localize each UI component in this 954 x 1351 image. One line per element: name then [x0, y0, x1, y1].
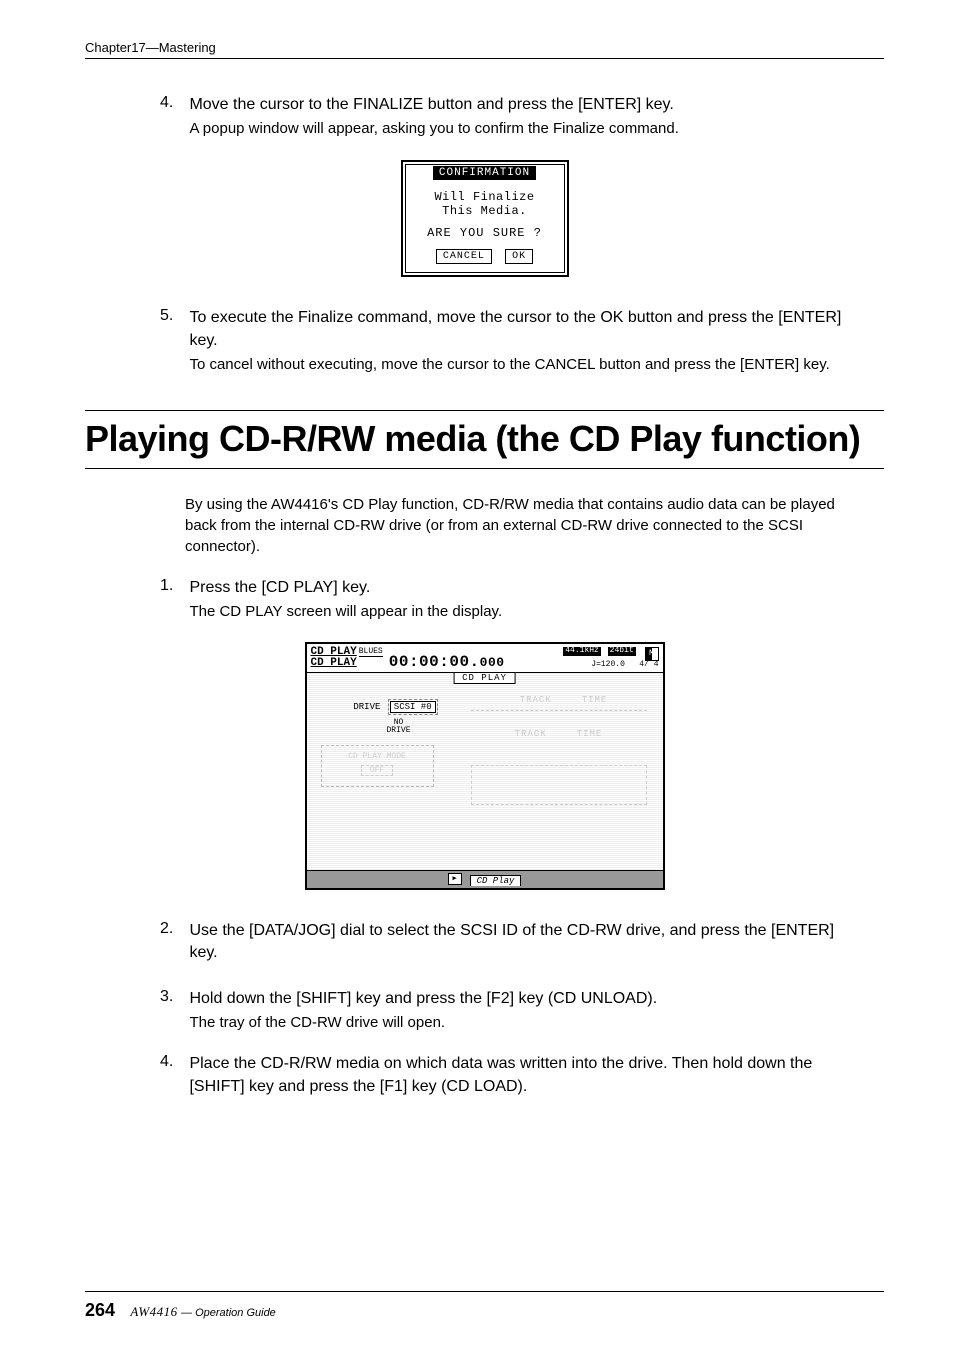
- footer-icon: ▶: [448, 873, 462, 885]
- sample-rate-tag: 44.1kHz: [563, 647, 601, 656]
- tempo-value: J=120.0: [591, 660, 625, 669]
- timecode: 00:00:00.000: [389, 654, 505, 670]
- cancel-button[interactable]: CANCEL: [436, 249, 492, 264]
- mono-stereo-icon: M: [645, 647, 659, 661]
- track-list-area: TRACK TIME: [471, 710, 647, 761]
- dialog-message-line2: This Media.: [410, 204, 560, 218]
- section-heading: Playing CD-R/RW media (the CD Play funct…: [85, 410, 884, 468]
- confirmation-dialog-figure: CONFIRMATION Will Finalize This Media. A…: [85, 160, 884, 278]
- step-4: 4. Move the cursor to the FINALIZE butto…: [160, 94, 884, 140]
- track-column-header: TRACK: [520, 695, 552, 705]
- song-name: BLUES: [359, 647, 383, 657]
- no-drive-label: NODRIVE: [327, 719, 471, 735]
- step-b4: 4. Place the CD-R/RW media on which data…: [160, 1053, 884, 1101]
- ok-button[interactable]: OK: [505, 249, 533, 264]
- bit-depth-tag: 24bit: [608, 647, 636, 656]
- screen-tab: CD PLAY: [453, 672, 516, 684]
- step-b2: 2. Use the [DATA/JOG] dial to select the…: [160, 920, 884, 968]
- product-name: AW4416: [130, 1304, 177, 1319]
- screen-title-bottom: CD PLAY: [311, 658, 357, 669]
- step-number: 4.: [160, 1053, 185, 1071]
- time-sig-value: 4/ 4: [639, 660, 658, 669]
- page-footer: 264 AW4416 — Operation Guide: [85, 1291, 884, 1321]
- step-detail: To cancel without executing, move the cu…: [189, 355, 849, 375]
- time-column-header: TIME: [582, 695, 608, 705]
- chapter-header: Chapter17—Mastering: [85, 40, 884, 59]
- step-number: 5.: [160, 307, 185, 325]
- dialog-message-line1: Will Finalize: [410, 190, 560, 204]
- mode-off-button[interactable]: OFF: [361, 765, 393, 776]
- section-intro: By using the AW4416's CD Play function, …: [185, 494, 845, 557]
- cd-play-screen-figure: CD PLAY CD PLAY BLUES 00:00:00.000 44.1k…: [85, 642, 884, 889]
- step-instruction: Place the CD-R/RW media on which data wa…: [189, 1053, 849, 1098]
- step-instruction: To execute the Finalize command, move th…: [189, 307, 849, 352]
- footer-tab[interactable]: CD Play: [470, 875, 522, 886]
- step-b1: 1. Press the [CD PLAY] key. The CD PLAY …: [160, 577, 884, 623]
- step-b3: 3. Hold down the [SHIFT] key and press t…: [160, 988, 884, 1034]
- step-detail: A popup window will appear, asking you t…: [189, 119, 849, 139]
- guide-label: — Operation Guide: [181, 1307, 276, 1319]
- step-instruction: Use the [DATA/JOG] dial to select the SC…: [189, 920, 849, 965]
- page-number: 264: [85, 1300, 115, 1320]
- step-instruction: Move the cursor to the FINALIZE button a…: [189, 94, 849, 116]
- cd-play-mode-box: CD PLAY MODE OFF: [321, 745, 434, 787]
- step-number: 3.: [160, 988, 185, 1006]
- step-number: 4.: [160, 94, 185, 112]
- step-detail: The CD PLAY screen will appear in the di…: [189, 602, 849, 622]
- drive-label: DRIVE: [353, 702, 380, 712]
- step-number: 1.: [160, 577, 185, 595]
- dialog-title: CONFIRMATION: [433, 166, 536, 180]
- dialog-question: ARE YOU SURE ?: [406, 226, 564, 240]
- step-instruction: Press the [CD PLAY] key.: [189, 577, 849, 599]
- step-detail: The tray of the CD-RW drive will open.: [189, 1013, 849, 1033]
- track-detail-area: [471, 765, 647, 805]
- scsi-select[interactable]: SCSI #0: [388, 699, 438, 715]
- step-5: 5. To execute the Finalize command, move…: [160, 307, 884, 375]
- step-instruction: Hold down the [SHIFT] key and press the …: [189, 988, 849, 1010]
- step-number: 2.: [160, 920, 185, 938]
